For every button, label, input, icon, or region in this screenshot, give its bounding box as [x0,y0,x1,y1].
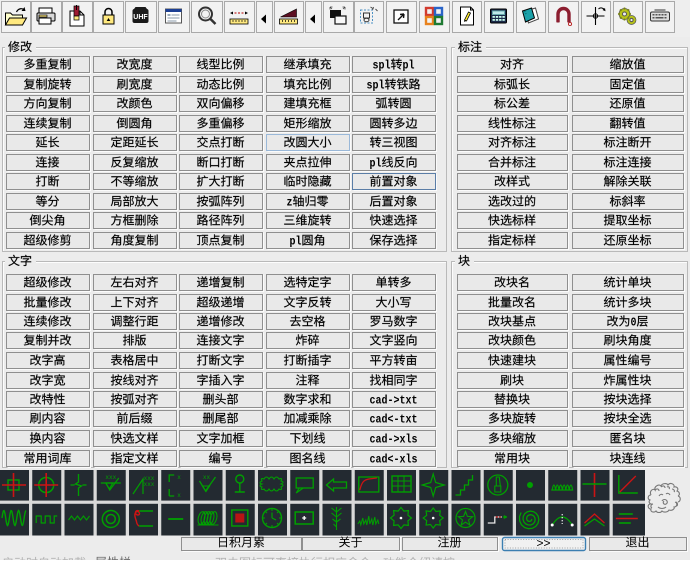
svg-text:>>: >> [536,536,550,550]
svg-text:pl: pl [290,235,302,249]
svg-text:z: z [287,196,293,210]
svg-text:cad<-txt: cad<-txt [370,413,418,427]
svg-text:0: 0 [631,316,637,330]
svg-text:xxx: xxx [105,474,116,481]
svg-text:cad<-xls: cad<-xls [370,453,418,467]
svg-text:spl: spl [367,79,385,93]
svg-text:xxx: xxx [144,481,155,488]
svg-text:xx: xx [203,474,211,481]
svg-text:UHF: UHF [133,14,148,21]
svg-text:pl: pl [403,59,415,73]
svg-text:x: x [177,474,181,481]
svg-text:cad->xls: cad->xls [370,433,418,447]
svg-text:pl: pl [370,157,382,171]
svg-text:x: x [177,492,181,499]
svg-text:spl: spl [373,59,391,73]
svg-text:cad->txt: cad->txt [370,394,418,408]
